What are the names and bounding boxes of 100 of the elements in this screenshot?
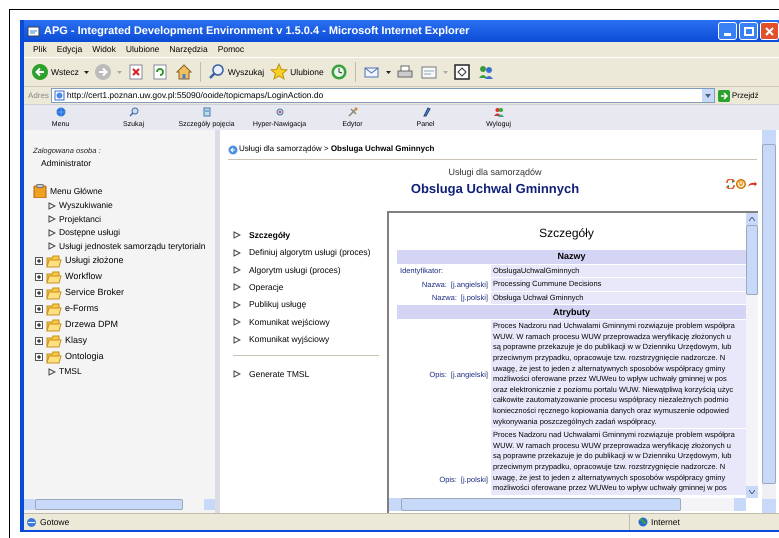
security-zone: Internet <box>651 516 680 528</box>
scroll-thumb[interactable] <box>35 499 183 510</box>
triangle-icon <box>233 231 241 240</box>
close-icon <box>765 26 774 36</box>
horizontal-scrollbar[interactable] <box>389 498 746 510</box>
arrow-icon <box>718 90 730 102</box>
maximize-icon <box>744 26 754 36</box>
horizontal-scrollbar[interactable] <box>24 499 215 510</box>
menu-item[interactable]: Edycja <box>56 43 82 56</box>
tree-item[interactable]: Usługi jednostek samorządu terytorialn <box>59 240 206 253</box>
menu-item[interactable]: Pomoc <box>218 43 244 56</box>
toolbar-button[interactable]: Wstecz <box>30 61 80 83</box>
address-field[interactable]: http://cert1.poznan.uw.gov.pl:55090/ooide/topicmaps/LoginAction.do <box>50 88 715 103</box>
caret-icon <box>704 94 711 98</box>
scroll-up-button[interactable] <box>746 212 758 224</box>
globe-icon <box>56 106 66 116</box>
minimize-button[interactable] <box>718 22 737 40</box>
lens-icon <box>128 106 138 116</box>
toolbar-button[interactable]: Wyszukaj <box>206 61 266 83</box>
tree-item[interactable]: Menu Główne <box>50 184 102 198</box>
folder-icon <box>46 302 62 316</box>
close-button[interactable] <box>760 22 779 40</box>
back-icon <box>31 63 49 81</box>
expand-icon[interactable] <box>35 273 43 281</box>
menu-link[interactable]: Szczegóły <box>233 226 387 244</box>
back-arrow-icon[interactable] <box>228 145 238 155</box>
menu-item[interactable]: Plik <box>33 43 47 56</box>
triangle-icon <box>48 368 56 376</box>
folder-icon <box>46 318 62 332</box>
pen-icon <box>420 106 430 116</box>
folder-icon <box>46 254 62 268</box>
expand-icon[interactable] <box>35 321 43 329</box>
vertical-scrollbar[interactable] <box>746 212 758 498</box>
menu-item[interactable]: Narzędzia <box>169 43 208 56</box>
page-icon <box>54 90 65 101</box>
refresh-icon[interactable] <box>150 63 169 81</box>
star-icon <box>270 63 288 81</box>
tools-icon <box>348 106 358 116</box>
power-icon[interactable] <box>736 179 746 189</box>
clock-icon[interactable] <box>330 63 348 81</box>
tree-item[interactable]: Workflow <box>65 270 102 284</box>
caret-icon[interactable] <box>84 70 89 74</box>
caret-icon[interactable] <box>386 70 391 74</box>
expand-icon[interactable] <box>35 289 43 297</box>
expand-icon[interactable] <box>35 305 43 313</box>
tree-item[interactable]: Dostępne usługi <box>59 226 120 240</box>
triangle-icon <box>233 336 241 344</box>
folder-icon <box>46 334 62 348</box>
menu-link[interactable]: Operacje <box>233 278 387 296</box>
breadcrumb: Usługi dla samorządów > Obsluga Uchwal Gminnych <box>239 143 434 155</box>
menu-item[interactable]: Ulubione <box>126 43 160 56</box>
expand-icon[interactable] <box>35 353 43 361</box>
triangle-icon <box>233 300 241 309</box>
tree-item[interactable]: Usługi złożone <box>65 254 124 268</box>
triangle-icon <box>233 370 241 378</box>
people-icon[interactable] <box>476 63 495 81</box>
folder-icon <box>46 270 62 284</box>
tree-item[interactable]: TMSL <box>59 365 82 378</box>
users-icon <box>494 106 504 116</box>
stop-icon[interactable] <box>126 63 145 81</box>
forward-arrow-icon[interactable] <box>747 179 758 189</box>
menu-link[interactable]: Algorytm usługi (proces) <box>233 261 387 279</box>
expand-icon[interactable] <box>35 257 43 265</box>
triangle-icon <box>233 283 241 292</box>
menu-link[interactable]: Komunikat wyjściowy <box>233 330 387 348</box>
menu-link[interactable]: Publikuj usługę <box>233 296 387 314</box>
tree-item[interactable]: Drzewa DPM <box>65 318 118 332</box>
tree-item[interactable]: Wyszukiwanie <box>59 199 113 212</box>
menu-link[interactable]: Komunikat wejściowy <box>233 313 387 331</box>
tree-item[interactable]: e-Forms <box>65 302 98 316</box>
tree-item[interactable]: Ontologia <box>65 350 104 364</box>
globe-icon <box>638 517 648 527</box>
clipboard-icon <box>33 184 47 198</box>
search-icon <box>208 63 226 81</box>
scroll-down-button[interactable] <box>746 486 758 498</box>
maximize-button[interactable] <box>739 22 758 40</box>
scroll-thumb[interactable] <box>746 224 758 294</box>
folder-icon <box>46 350 62 364</box>
menu-item[interactable]: Widok <box>92 43 116 56</box>
menu-link[interactable]: Generate TMSL <box>233 365 387 383</box>
window-icon[interactable] <box>452 63 471 81</box>
user-name: Administrator <box>41 157 92 170</box>
minimize-icon <box>724 33 731 36</box>
menu-link[interactable]: Definiuj algorytm usługi (proces) <box>233 244 387 262</box>
forward-icon[interactable] <box>94 63 112 81</box>
toolbar-button[interactable]: Ulubione <box>269 61 325 83</box>
go-button[interactable]: Przejdź <box>718 90 759 102</box>
status-text: Gotowe <box>40 516 70 528</box>
section-header: Atrybuty <box>397 305 746 320</box>
tree-item[interactable]: Projektanci <box>59 212 102 226</box>
folder-icon <box>46 286 62 300</box>
tree-item[interactable]: Service Broker <box>65 286 124 300</box>
tree-item[interactable]: Klasy <box>65 334 88 348</box>
expand-icon[interactable] <box>35 337 43 345</box>
triangle-icon <box>233 318 241 326</box>
dropdown-button[interactable] <box>702 89 714 102</box>
page-title: Obsluga Uchwal Gminnych <box>410 180 580 198</box>
refresh-icon[interactable] <box>726 179 735 189</box>
house-icon[interactable] <box>174 63 193 81</box>
scroll-thumb[interactable] <box>401 498 681 510</box>
